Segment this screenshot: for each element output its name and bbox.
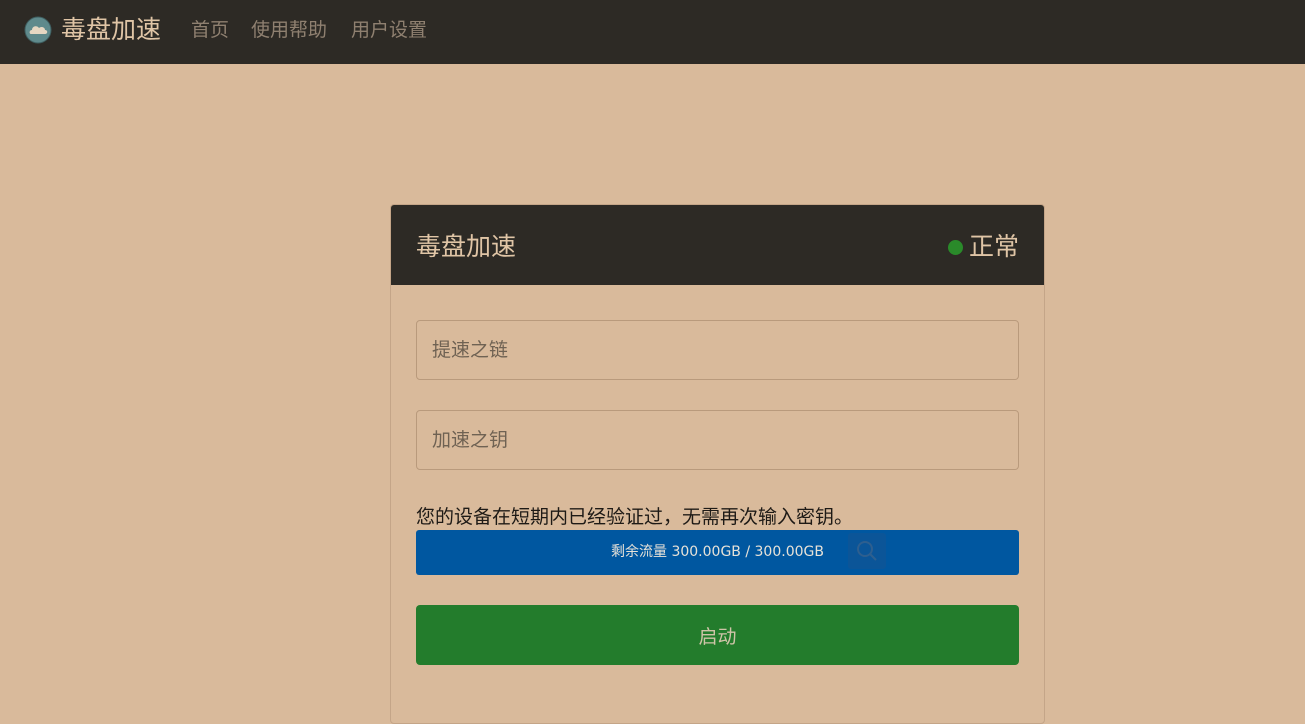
speed-key-input[interactable]	[416, 410, 1019, 470]
traffic-bar[interactable]: 剩余流量 300.00GB / 300.00GB	[416, 530, 1019, 575]
status-dot-icon	[948, 240, 963, 255]
nav-link-help[interactable]: 使用帮助	[251, 17, 327, 43]
status-text: 正常	[969, 232, 1020, 261]
speed-link-input[interactable]	[416, 320, 1019, 380]
top-navbar: 毒盘加速 首页 使用帮助 用户设置	[0, 0, 1305, 64]
verification-notice: 您的设备在短期内已经验证过，无需再次输入密钥。	[416, 506, 854, 528]
card-header: 毒盘加速 正常	[391, 205, 1044, 285]
accelerate-card: 毒盘加速 正常 您的设备在短期内已经验证过，无需再次输入密钥。 剩余流量 300…	[390, 204, 1045, 724]
card-title: 毒盘加速	[416, 232, 517, 261]
cloud-logo-icon[interactable]	[24, 16, 52, 44]
nav-link-home[interactable]: 首页	[191, 17, 229, 43]
nav-link-user-settings[interactable]: 用户设置	[351, 17, 427, 43]
brand-name[interactable]: 毒盘加速	[61, 13, 161, 47]
traffic-remaining-text: 剩余流量 300.00GB / 300.00GB	[611, 544, 824, 560]
start-button[interactable]: 启动	[416, 605, 1019, 665]
